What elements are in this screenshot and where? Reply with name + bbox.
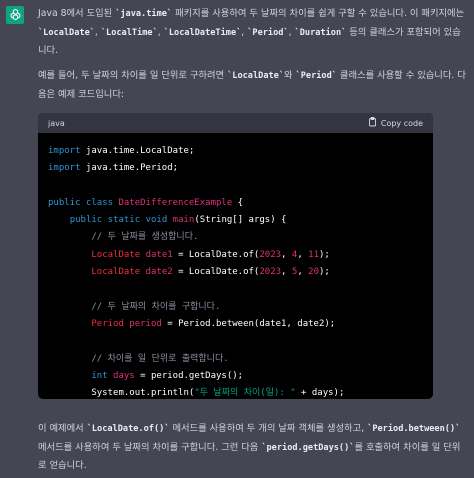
code-line: // 두 날짜의 차이를 구합니다. [48, 299, 423, 316]
code-token: LocalDate [91, 249, 141, 260]
code-token: 20 [308, 267, 319, 278]
text-run: 메서드를 사용하여 두 날짜의 차이를 구합니다. 그런 다음 [38, 441, 262, 453]
inline-code: `LocalDate` [227, 71, 285, 81]
code-token: , [297, 267, 309, 278]
inline-code: `LocalTime` [100, 27, 158, 38]
code-token: = LocalDate.of( [172, 249, 260, 260]
code-token: = LocalDate.of( [172, 267, 260, 278]
code-token: class [85, 197, 114, 208]
clipboard-icon [368, 117, 377, 129]
code-token: public [69, 215, 103, 226]
code-line: import java.time.LocalDate; [48, 143, 423, 160]
copy-code-label: Copy code [380, 118, 423, 128]
code-token: , [281, 249, 292, 260]
code-token: period [129, 318, 162, 329]
inline-code: `Duration` [294, 27, 347, 38]
text-run: 와 [284, 70, 296, 81]
assistant-message: Java 8에서 도입된 `java.time` 패키지를 사용하여 두 날짜의… [0, 0, 474, 478]
code-line: LocalDate date1 = LocalDate.of(2023, 4, … [48, 247, 423, 264]
inline-code: `Period.between()` [367, 424, 461, 434]
code-line: // 두 날짜를 생성합니다. [48, 229, 423, 246]
code-token: LocalDate [91, 267, 141, 278]
code-token: ); [319, 249, 330, 260]
code-token: "두 날짜의 차이(일): " [194, 388, 296, 399]
code-line: import java.time.Period; [48, 160, 423, 177]
code-token: // 차이를 일 단위로 출력합니다. [91, 353, 229, 364]
text-run: 패키지를 사용하여 두 날짜의 차이를 쉽게 구할 수 있습니다. 이 패키지에… [172, 8, 465, 19]
openai-logo-icon [9, 6, 22, 25]
code-line: // 차이를 일 단위로 출력합니다. [48, 351, 423, 368]
code-block: java Copy code import java.time.LocalDat… [38, 113, 433, 399]
code-token: import [48, 163, 81, 174]
assistant-avatar [6, 6, 24, 24]
code-block-header: java Copy code [38, 113, 433, 133]
code-token: = period.getDays(); [134, 370, 244, 381]
copy-code-button[interactable]: Copy code [368, 117, 423, 129]
code-line: public class DateDifferenceExample { [48, 195, 423, 212]
code-token: date1 [145, 249, 173, 260]
code-token: java.time.LocalDate; [80, 146, 195, 156]
code-line: LocalDate date2 = LocalDate.of(2023, 5, … [48, 264, 423, 281]
inline-code: `LocalDate` [38, 27, 95, 38]
code-token: import [48, 146, 81, 156]
code-token: static [107, 215, 141, 226]
code-token: , [297, 249, 309, 260]
code-token: // 두 날짜의 차이를 구합니다. [91, 301, 221, 312]
code-token: (String[] args) { [194, 215, 287, 226]
code-token: void [145, 215, 168, 226]
code-line: public static void main(String[] args) { [48, 212, 423, 229]
code-token: DateDifferenceExample [118, 197, 233, 208]
inline-code: `LocalDateTime` [163, 27, 242, 38]
code-token: main [172, 215, 195, 226]
code-token: date2 [145, 267, 173, 278]
outro-paragraph: 이 예제에서 `LocalDate.of()` 메서드를 사용하여 두 개의 날… [38, 420, 468, 475]
inline-code: `LocalDate.of()` [86, 424, 170, 434]
code-token: + days); [295, 388, 345, 399]
code-token: days [113, 370, 135, 381]
text-run: 이 예제에서 [38, 423, 87, 434]
code-line: System.out.println("두 날짜의 차이(일): " + day… [48, 385, 423, 399]
inline-code: `period.getDays()` [261, 442, 355, 453]
code-token: java.time.Period; [80, 163, 179, 174]
code-token: ); [319, 267, 330, 278]
code-token: , [281, 267, 292, 278]
code-token: { [232, 197, 244, 208]
code-token: // 두 날짜를 생성합니다. [91, 232, 199, 243]
example-paragraph: 예를 들어, 두 날짜의 차이를 일 단위로 구하려면 `LocalDate`와… [38, 67, 468, 103]
code-token: 11 [308, 249, 319, 260]
inline-code: `java.time` [115, 9, 173, 19]
code-token: 2023 [259, 249, 282, 260]
code-token: Period [91, 318, 124, 329]
inline-code: `Period` [295, 71, 337, 81]
text-run: Java 8에서 도입된 [38, 8, 116, 19]
inline-code: `Period` [247, 27, 289, 38]
code-content: import java.time.LocalDate; import java.t… [38, 133, 433, 399]
code-token: int [91, 370, 108, 381]
code-token: System.out.println( [48, 388, 195, 399]
code-token: = Period.between(date1, date2); [161, 318, 336, 329]
intro-paragraph: Java 8에서 도입된 `java.time` 패키지를 사용하여 두 날짜의… [38, 5, 468, 60]
code-token: 2023 [259, 267, 282, 278]
text-run: 메서드를 사용하여 두 개의 날짜 객체를 생성하고, [169, 423, 368, 434]
code-token: public [48, 197, 81, 208]
code-line: Period period = Period.between(date1, da… [48, 316, 423, 333]
text-run: 예를 들어, 두 날짜의 차이를 일 단위로 구하려면 [38, 70, 228, 81]
code-line: int days = period.getDays(); [48, 368, 423, 385]
code-language-label: java [48, 118, 65, 128]
